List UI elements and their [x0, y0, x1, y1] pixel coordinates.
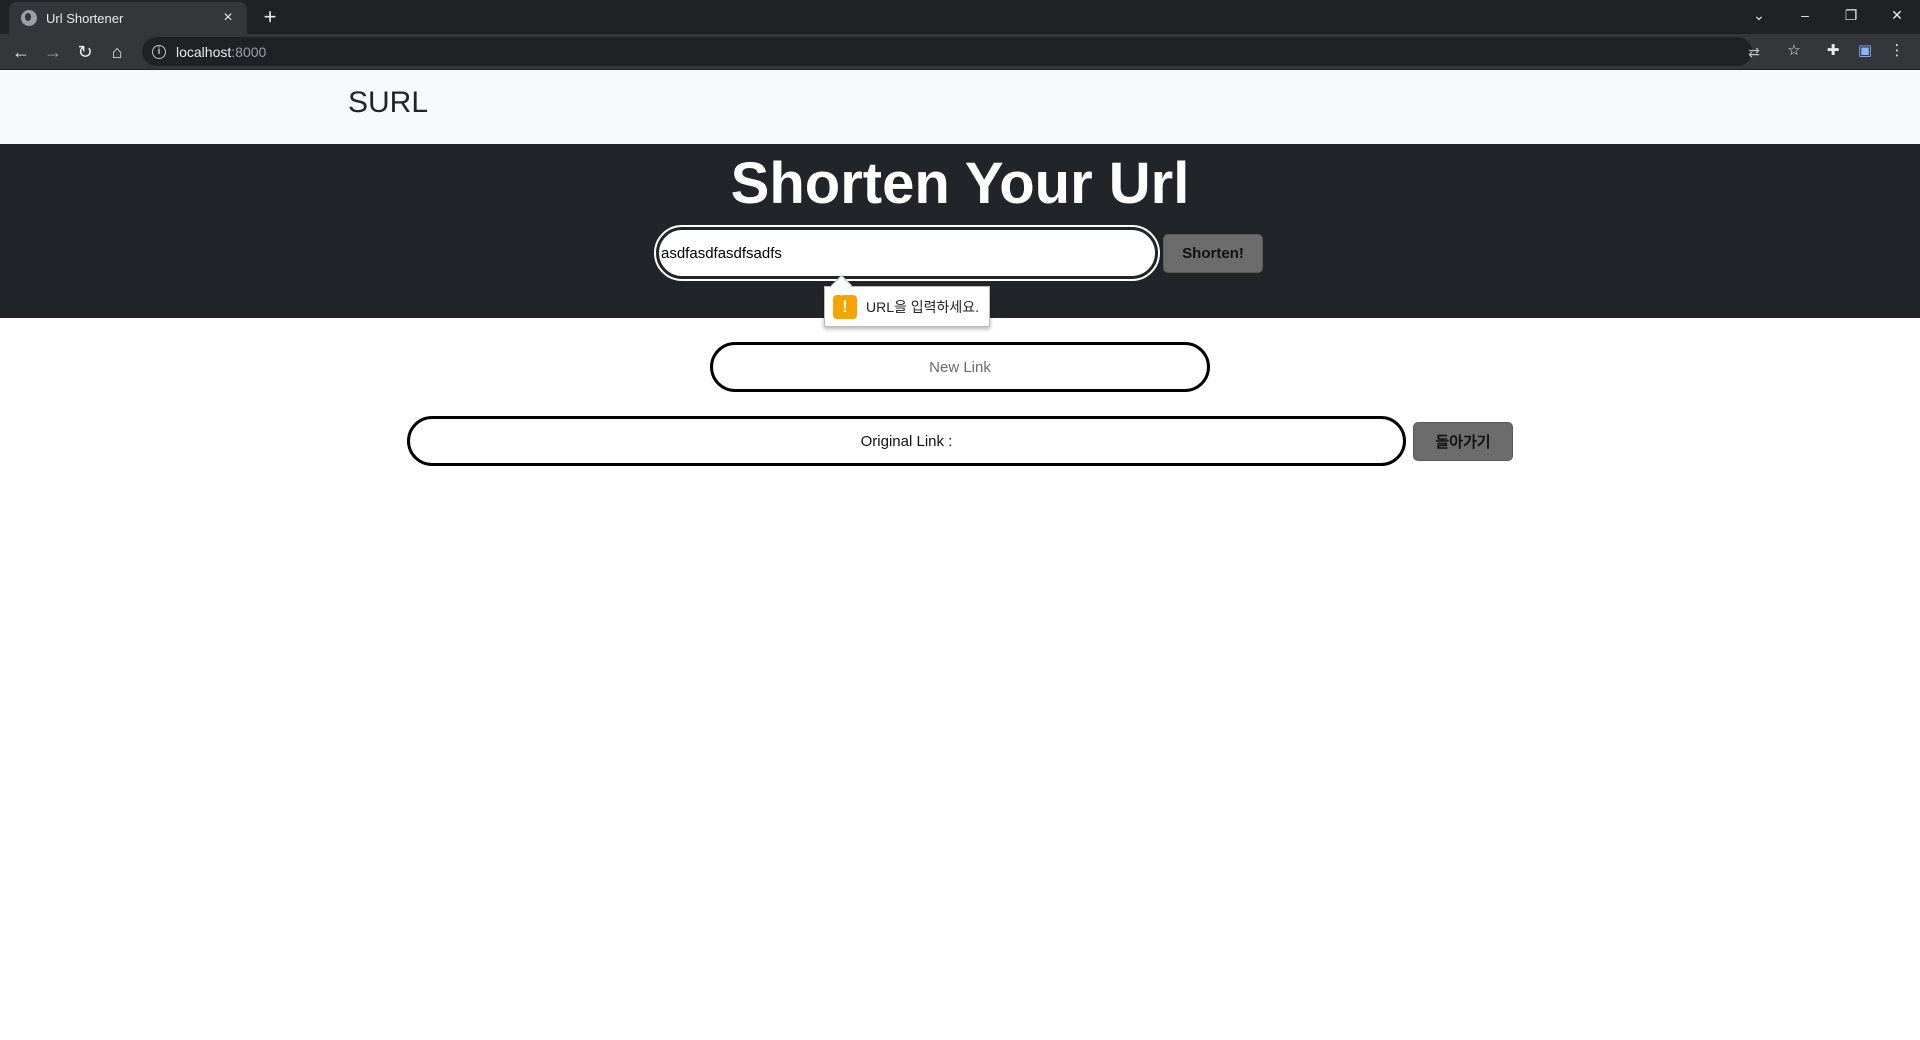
shorten-button[interactable]: Shorten!: [1163, 234, 1263, 273]
tab-title: Url Shortener: [46, 10, 124, 26]
go-back-button[interactable]: 돌아가기: [1413, 422, 1513, 461]
reload-icon[interactable]: ↻: [70, 37, 100, 67]
original-link-label: Original Link :: [860, 432, 953, 450]
tab-close-icon[interactable]: ×: [219, 9, 237, 27]
url-input[interactable]: [654, 225, 1160, 281]
globe-icon: [21, 10, 37, 26]
address-bar[interactable]: i localhost :8000 ⇄: [142, 37, 1760, 66]
site-navbar: SURL: [0, 70, 1920, 144]
translate-icon[interactable]: ⇄: [1745, 43, 1763, 61]
url-port: :8000: [231, 43, 267, 60]
url-host: localhost: [176, 43, 232, 60]
back-arrow-icon[interactable]: ←: [6, 37, 36, 67]
minimize-button[interactable]: –: [1782, 0, 1828, 30]
browser-toolbar: ← → ↻ ⌂ i localhost :8000 ⇄ ☆ ✚ ▣ ⋮: [0, 34, 1920, 70]
page-title: Shorten Your Url: [730, 151, 1190, 216]
tab-search-icon[interactable]: ⌄: [1736, 0, 1782, 30]
warning-icon: !: [833, 294, 857, 319]
new-link-field[interactable]: [710, 342, 1210, 392]
home-icon[interactable]: ⌂: [102, 37, 132, 67]
browser-tab[interactable]: Url Shortener ×: [9, 2, 247, 34]
original-link-field[interactable]: Original Link :: [407, 416, 1406, 466]
extensions-puzzle-icon[interactable]: ✚: [1822, 40, 1844, 62]
validation-message: URL을 입력하세요.: [866, 298, 980, 315]
profile-extension-icon[interactable]: ▣: [1854, 40, 1876, 62]
restore-button[interactable]: ❐: [1828, 0, 1874, 30]
browser-tabstrip: Url Shortener × + ⌄ – ❐ ✕: [0, 0, 1920, 34]
forward-arrow-icon[interactable]: →: [38, 37, 68, 67]
new-tab-button[interactable]: +: [258, 5, 282, 29]
bookmark-star-icon[interactable]: ☆: [1783, 40, 1805, 62]
more-menu-icon[interactable]: ⋮: [1886, 40, 1908, 62]
close-window-button[interactable]: ✕: [1874, 0, 1920, 30]
site-info-icon[interactable]: i: [152, 44, 166, 59]
brand-logo[interactable]: SURL: [348, 86, 428, 120]
validation-tooltip: ! URL을 입력하세요.: [824, 286, 990, 327]
